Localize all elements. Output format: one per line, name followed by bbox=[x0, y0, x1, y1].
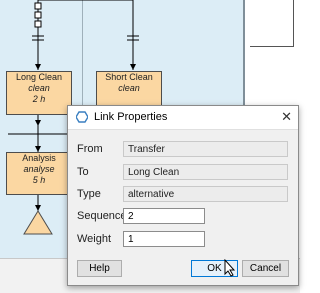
link-handle bbox=[34, 11, 42, 19]
type-label: Type bbox=[77, 188, 101, 200]
cancel-button[interactable]: Cancel bbox=[242, 260, 289, 277]
node-title: Long Clean bbox=[15, 72, 63, 82]
type-field: alternative bbox=[123, 186, 288, 202]
to-field: Long Clean bbox=[123, 164, 288, 180]
link-properties-dialog: Link Properties ✕ From Transfer To Long … bbox=[67, 105, 299, 286]
link-handle bbox=[34, 2, 42, 10]
arrow-head bbox=[35, 120, 41, 126]
from-label: From bbox=[77, 143, 103, 155]
node-subtitle: clean bbox=[118, 83, 140, 93]
sequence-input[interactable] bbox=[123, 208, 205, 224]
help-button[interactable]: Help bbox=[77, 260, 122, 277]
mouse-pointer-icon bbox=[224, 259, 236, 277]
arrow-head bbox=[35, 64, 41, 70]
dialog-title: Link Properties bbox=[94, 111, 168, 123]
close-icon[interactable]: ✕ bbox=[281, 109, 292, 125]
hexagon-icon bbox=[76, 111, 88, 123]
dialog-titlebar[interactable]: Link Properties ✕ bbox=[68, 106, 298, 130]
arrow-head bbox=[130, 64, 136, 70]
node-title: Analysis bbox=[22, 153, 56, 163]
node-long-clean[interactable]: Long Clean clean 2 h bbox=[6, 71, 72, 115]
node-analysis[interactable]: Analysis analyse 5 h bbox=[6, 152, 72, 195]
node-duration: 2 h bbox=[32, 94, 46, 104]
weight-label: Weight bbox=[77, 233, 112, 245]
from-field: Transfer bbox=[123, 141, 288, 157]
sequence-label: Sequence bbox=[77, 210, 127, 222]
link-handle bbox=[34, 20, 42, 28]
end-triangle bbox=[23, 210, 53, 235]
node-duration: 5 h bbox=[32, 175, 46, 185]
weight-input[interactable] bbox=[123, 231, 205, 247]
to-label: To bbox=[77, 166, 89, 178]
node-subtitle: clean bbox=[28, 83, 50, 93]
node-subtitle: analyse bbox=[23, 164, 55, 174]
node-title: Short Clean bbox=[105, 72, 153, 82]
